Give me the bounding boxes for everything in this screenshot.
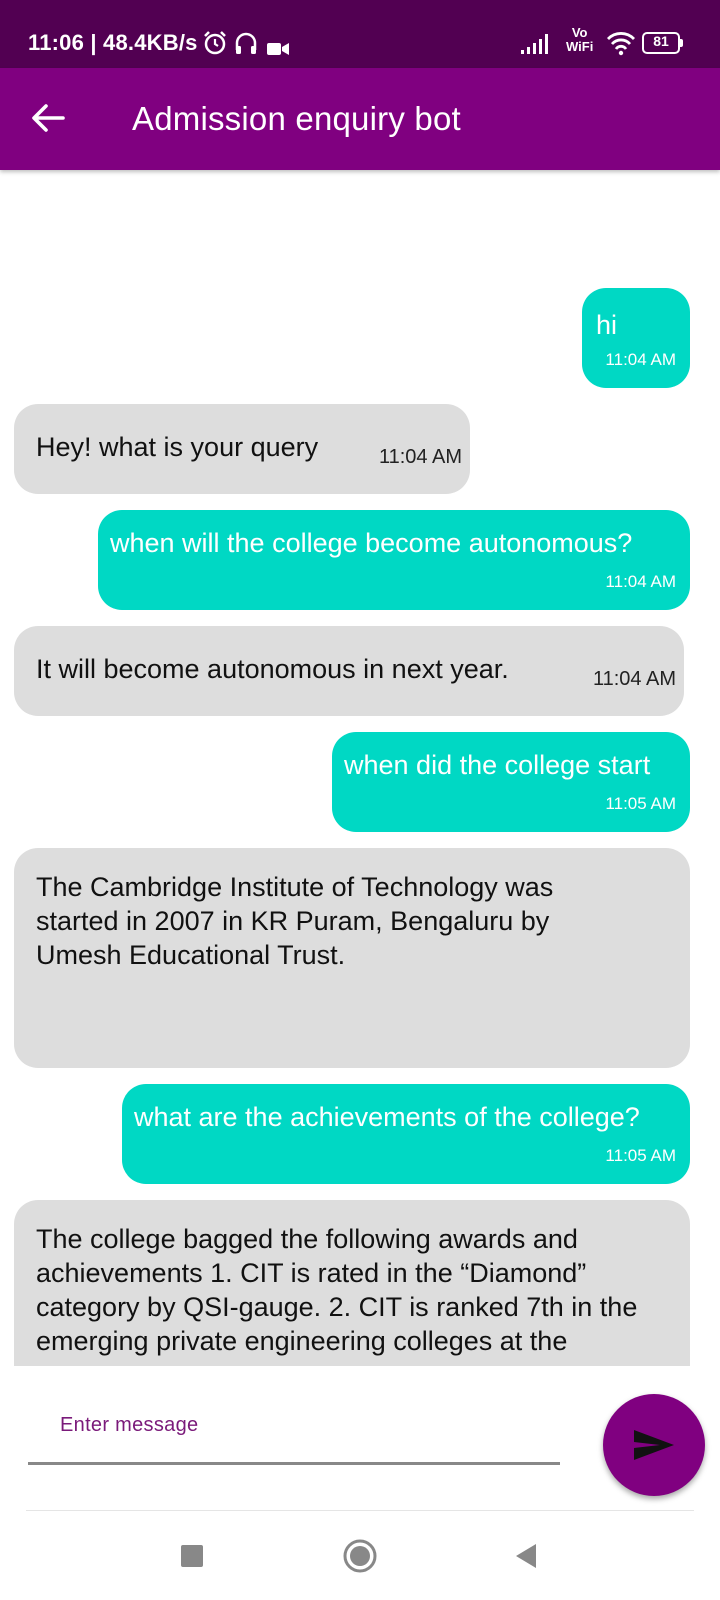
message-text: It will become autonomous in next year. xyxy=(36,654,509,684)
nav-back-button[interactable] xyxy=(506,1536,546,1576)
send-button[interactable] xyxy=(603,1394,705,1496)
input-underline xyxy=(28,1462,560,1465)
signal-icon xyxy=(521,34,548,54)
bot-message-bubble: It will become autonomous in next year. … xyxy=(14,626,684,716)
home-button[interactable] xyxy=(340,1536,380,1576)
message-time: 11:05 AM xyxy=(605,1146,676,1165)
vowifi-top-label: Vo xyxy=(571,25,588,40)
message-text: The college bagged the following awards … xyxy=(36,1224,638,1356)
divider xyxy=(26,1510,694,1511)
alarm-icon xyxy=(204,31,226,55)
user-message-bubble: hi 11:04 AM xyxy=(582,288,690,388)
message-time: 11:04 AM xyxy=(605,350,676,369)
video-icon xyxy=(267,43,289,55)
headset-icon xyxy=(235,32,257,54)
message-text: when did the college start xyxy=(344,750,651,780)
vowifi-indicator: Vo WiFi xyxy=(566,26,593,54)
bot-message-bubble: Hey! what is your query 11:04 AM xyxy=(14,404,470,494)
message-text: what are the achievements of the college… xyxy=(134,1102,640,1132)
bot-message-bubble: The college bagged the following awards … xyxy=(14,1200,690,1366)
bot-message-bubble: The Cambridge Institute of Technology wa… xyxy=(14,848,690,1068)
vowifi-bottom-label: WiFi xyxy=(566,39,594,54)
message-text: when will the college become autonomous? xyxy=(110,528,633,558)
triangle-back-icon xyxy=(516,1544,536,1568)
message-time: 11:04 AM xyxy=(378,446,462,468)
user-message-bubble: what are the achievements of the college… xyxy=(122,1084,690,1184)
message-input-bar: Enter message xyxy=(0,1366,720,1516)
send-icon xyxy=(634,1430,674,1460)
back-button[interactable] xyxy=(28,98,68,138)
status-time-speed: 11:06 | 48.4KB/s xyxy=(28,30,198,55)
message-time: 11:05 AM xyxy=(605,794,676,813)
user-message-bubble: when will the college become autonomous?… xyxy=(98,510,690,610)
square-icon xyxy=(181,1545,203,1567)
battery-level: 81 xyxy=(653,33,669,49)
message-time: 11:04 AM xyxy=(605,572,676,591)
system-nav-bar xyxy=(0,1516,720,1600)
chat-message-list[interactable]: hi 11:04 AM Hey! what is your query 11:0… xyxy=(0,170,720,1366)
message-text: Hey! what is your query xyxy=(36,432,319,462)
recent-apps-button[interactable] xyxy=(172,1536,212,1576)
message-text: hi xyxy=(596,310,618,340)
app-bar: Admission enquiry bot xyxy=(0,68,720,170)
arrow-left-icon xyxy=(32,104,65,132)
status-bar: 11:06 | 48.4KB/s Vo WiFi 81 xyxy=(0,0,720,68)
wifi-icon xyxy=(606,32,636,56)
message-text: The Cambridge Institute of Technology wa… xyxy=(36,872,554,970)
message-input[interactable]: Enter message xyxy=(60,1414,198,1437)
message-time: 11:04 AM xyxy=(592,668,676,690)
user-message-bubble: when did the college start 11:05 AM xyxy=(332,732,690,832)
circle-icon xyxy=(343,1539,377,1573)
battery-icon: 81 xyxy=(642,32,684,54)
page-title: Admission enquiry bot xyxy=(132,100,461,137)
